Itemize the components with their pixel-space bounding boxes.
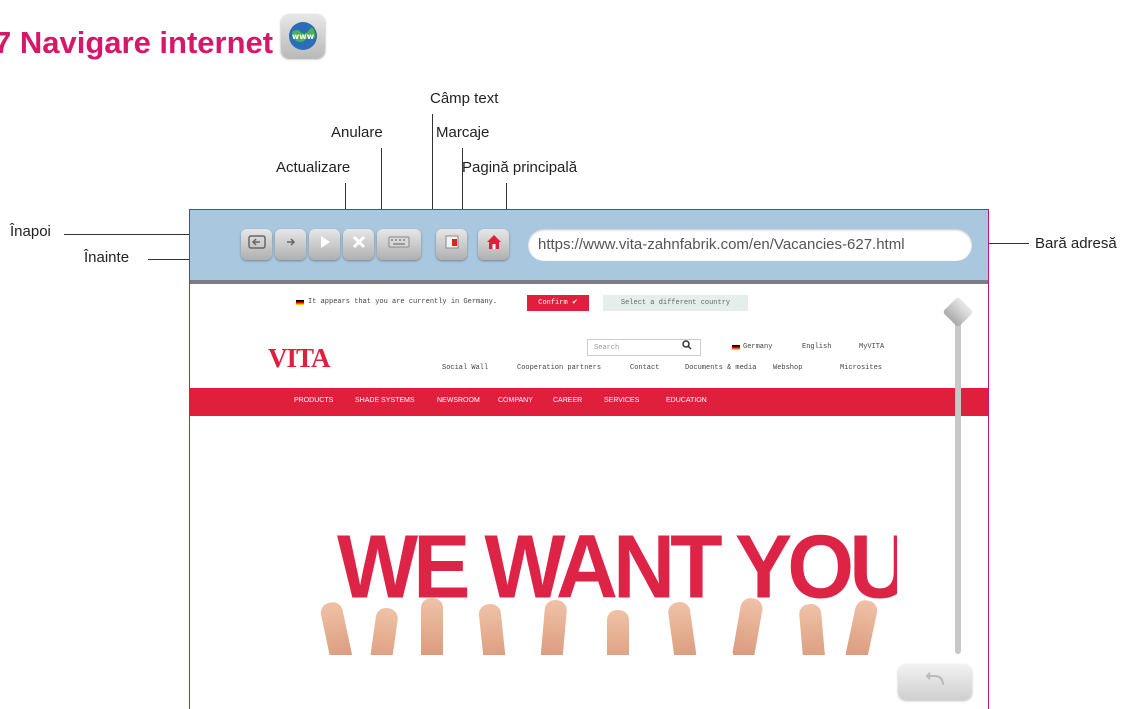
top-link[interactable]: Social Wall (442, 364, 488, 372)
play-icon (317, 234, 333, 255)
banner-headline: WE WANT YOU (337, 518, 897, 618)
heading-title: 7 Navigare internet (0, 25, 274, 60)
scrollbar-track[interactable] (955, 306, 961, 654)
top-link[interactable]: Microsites (840, 364, 882, 372)
www-globe-icon: www (281, 14, 326, 58)
home-button[interactable] (478, 229, 509, 260)
forward-button[interactable] (275, 229, 306, 260)
nav-item[interactable]: CAREER (553, 397, 582, 404)
select-country-button[interactable]: Select a different country (603, 295, 748, 311)
callout-back: Înapoi (10, 223, 51, 240)
back-button[interactable] (241, 229, 272, 260)
forward-arrow-icon (282, 235, 300, 254)
germany-flag-icon (732, 345, 740, 350)
callout-bookmarks: Marcaje (436, 124, 490, 141)
nav-item[interactable]: SERVICES (604, 397, 639, 404)
callout-cancel: Anulare (331, 124, 383, 141)
nav-item[interactable]: SHADE SYSTEMS (355, 397, 415, 404)
callout-home: Pagină principală (462, 159, 578, 176)
language-link[interactable]: English (802, 343, 831, 351)
nav-item[interactable]: EDUCATION (666, 397, 707, 404)
callout-refresh: Actualizare (276, 159, 351, 176)
keyboard-icon (388, 235, 410, 254)
close-x-icon (351, 234, 367, 255)
hero-banner: WE WANT YOU (285, 518, 897, 655)
top-link[interactable]: Documents & media (685, 364, 756, 372)
nav-item[interactable]: NEWSROOM (437, 397, 480, 404)
callout-forward: Înainte (84, 249, 130, 266)
main-nav: PRODUCTS SHADE SYSTEMS NEWSROOM COMPANY … (190, 388, 988, 416)
search-icon[interactable] (682, 340, 692, 353)
back-to-top-button[interactable] (898, 664, 972, 700)
text-field-button[interactable] (377, 229, 421, 260)
nav-item[interactable]: COMPANY (498, 397, 533, 404)
bookmark-icon (444, 234, 460, 255)
cancel-button[interactable] (343, 229, 374, 260)
page-heading: 7 Navigare internet www (0, 14, 326, 68)
home-icon (485, 233, 503, 256)
vita-logo[interactable]: VITA (268, 343, 331, 374)
refresh-button[interactable] (309, 229, 340, 260)
notice-text: It appears that you are currently in Ger… (308, 298, 498, 306)
top-link[interactable]: Contact (630, 364, 659, 372)
browser-window: https://www.vita-zahnfabrik.com/en/Vacan… (189, 209, 989, 709)
browser-toolbar: https://www.vita-zahnfabrik.com/en/Vacan… (190, 210, 988, 284)
callout-address-bar: Bară adresă (1035, 235, 1117, 252)
svg-text:www: www (292, 32, 315, 41)
callout-text-field: Câmp text (430, 90, 499, 107)
confirm-button[interactable]: Confirm ✔ (527, 295, 589, 311)
country-notice: It appears that you are currently in Ger… (190, 294, 988, 314)
germany-flag-icon (296, 300, 304, 305)
top-link[interactable]: Cooperation partners (517, 364, 601, 372)
bookmarks-button[interactable] (436, 229, 467, 260)
web-page: It appears that you are currently in Ger… (190, 284, 988, 709)
nav-item[interactable]: PRODUCTS (294, 397, 333, 404)
return-arrow-icon (921, 671, 949, 694)
address-bar[interactable]: https://www.vita-zahnfabrik.com/en/Vacan… (528, 229, 972, 261)
myvita-link[interactable]: MyVITA (859, 343, 884, 351)
back-arrow-icon (247, 235, 266, 254)
country-link[interactable]: Germany (743, 343, 772, 351)
top-link[interactable]: Webshop (773, 364, 802, 372)
